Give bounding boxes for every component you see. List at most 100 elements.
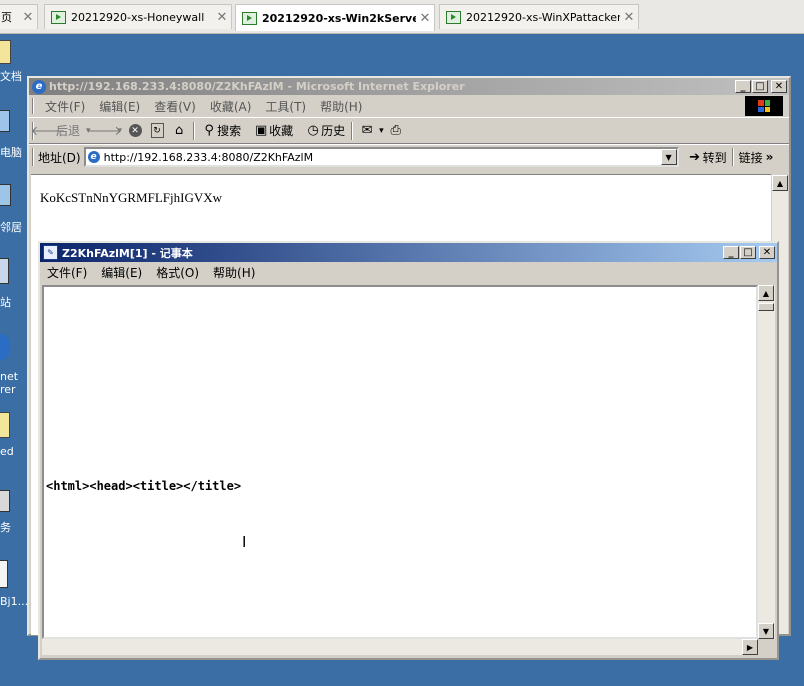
menu-file[interactable]: 文件(F): [38, 98, 92, 115]
mail-icon[interactable]: ✉: [359, 123, 375, 139]
desktop-icon-label: net: [0, 370, 19, 383]
separator: [351, 121, 354, 140]
desktop-icon-label: 邻居: [0, 221, 22, 234]
scroll-up-button[interactable]: ▲: [758, 285, 774, 301]
menu-edit[interactable]: 编辑(E): [94, 264, 149, 281]
notepad-menubar: 文件(F) 编辑(E) 格式(O) 帮助(H): [40, 262, 777, 282]
menu-favorites[interactable]: 收藏(A): [203, 98, 259, 115]
size-grip[interactable]: [758, 639, 775, 655]
window-title: Z2KhFAzlM[1] - 记事本: [62, 246, 193, 260]
ie-addressbar: 地址(D) e http://192.168.233.4:8080/Z2KhFA…: [29, 144, 789, 169]
ie-titlebar[interactable]: e http://192.168.233.4:8080/Z2KhFAzlM - …: [29, 78, 789, 95]
history-label: 历史: [321, 124, 346, 138]
desktop-icon-ie[interactable]: [0, 334, 10, 360]
desktop-icon-documents[interactable]: [0, 40, 11, 64]
links-button[interactable]: 链接: [739, 149, 763, 166]
print-icon[interactable]: ⎙: [388, 123, 404, 139]
desktop-icon-file[interactable]: [0, 560, 8, 588]
search-button[interactable]: ⚲ 搜索: [201, 122, 241, 139]
vm-tab-winxpattacker[interactable]: 20212920-xs-WinXPattacker ✕: [439, 4, 639, 29]
grip: [32, 148, 34, 166]
desktop-icon-folder[interactable]: [0, 412, 10, 438]
menu-view[interactable]: 查看(V): [147, 98, 203, 115]
close-button[interactable]: ✕: [759, 246, 775, 259]
notepad-content-line: <html><head><title></title>: [46, 479, 242, 493]
notepad-vertical-scrollbar[interactable]: ▲ ▼: [758, 285, 775, 639]
address-dropdown-button[interactable]: ▼: [660, 149, 677, 165]
close-icon[interactable]: ✕: [416, 11, 434, 26]
vm-icon: [242, 11, 257, 25]
close-icon[interactable]: ✕: [213, 10, 231, 25]
go-arrow-icon: ➔: [689, 149, 701, 165]
ie-menubar: 文件(F) 编辑(E) 查看(V) 收藏(A) 工具(T) 帮助(H): [29, 95, 789, 118]
ie-toolbar: 🡐 后退 ▾ 🡒 ▾ ✕ ↻ ⌂ ⚲ 搜索 ▣ 收藏 ◷ 历史 ✉ ▾ ⎙: [29, 118, 789, 144]
menu-tools[interactable]: 工具(T): [258, 98, 313, 115]
vm-tab-strip: 页 ✕ 20212920-xs-Honeywall ✕ 20212920-xs-…: [0, 0, 804, 34]
address-value: http://192.168.233.4:8080/Z2KhFAzlM: [103, 150, 314, 164]
favorites-label: 收藏: [269, 124, 294, 138]
history-button[interactable]: ◷ 历史: [305, 122, 345, 139]
separator: [193, 121, 196, 140]
ie-icon: e: [32, 79, 46, 94]
back-arrow-icon: 🡐: [30, 123, 66, 139]
desktop-icon-label: 电脑: [0, 146, 22, 159]
notepad-window: ✎ Z2KhFAzlM[1] - 记事本 _ □ ✕ 文件(F) 编辑(E) 格…: [38, 241, 779, 660]
desktop-icon-label: 文档: [0, 70, 22, 83]
refresh-icon[interactable]: ↻: [149, 123, 165, 139]
minimize-button[interactable]: _: [723, 246, 739, 259]
network-icon: [0, 184, 11, 206]
minimize-button[interactable]: _: [735, 80, 751, 93]
vm-icon: [446, 10, 461, 24]
desktop-icon-label: ed: [0, 445, 14, 458]
back-label: 后退: [56, 124, 81, 138]
desktop-icon-services[interactable]: [0, 490, 10, 512]
stop-icon[interactable]: ✕: [127, 123, 143, 139]
close-icon[interactable]: ✕: [19, 10, 37, 25]
desktop-icon-computer[interactable]: [0, 110, 10, 132]
favorites-button[interactable]: ▣ 收藏: [253, 122, 293, 139]
windows-logo: [745, 96, 783, 116]
chevron-down-icon[interactable]: ▾: [379, 126, 384, 136]
address-input[interactable]: e http://192.168.233.4:8080/Z2KhFAzlM ▼: [83, 147, 679, 167]
desktop-icon-label: Bj1...: [0, 595, 29, 608]
scroll-thumb[interactable]: [758, 303, 774, 311]
menu-file[interactable]: 文件(F): [40, 264, 94, 281]
page-text: KoKcSTnNnYGRMFLFjhIGVXw: [40, 190, 223, 205]
scroll-up-button[interactable]: ▲: [772, 175, 788, 191]
scroll-down-button[interactable]: ▼: [758, 623, 774, 639]
notepad-titlebar[interactable]: ✎ Z2KhFAzlM[1] - 记事本 _ □ ✕: [40, 243, 777, 262]
vm-tab-0[interactable]: 页 ✕: [0, 4, 38, 29]
go-label: 转到: [702, 150, 727, 165]
go-button[interactable]: ➔ 转到: [687, 149, 727, 166]
close-button[interactable]: ✕: [771, 80, 787, 93]
file-icon: [0, 560, 8, 588]
menu-help[interactable]: 帮助(H): [313, 98, 369, 115]
grip: [32, 98, 34, 114]
address-label: 地址(D): [38, 150, 81, 165]
vm-tab-label: 20212920-xs-Honeywall: [71, 10, 205, 24]
text-cursor-icon: Ⅰ: [242, 533, 247, 551]
maximize-button[interactable]: □: [752, 80, 768, 93]
scroll-right-button[interactable]: ▶: [742, 639, 758, 655]
vm-tab-label: 20212920-xs-WinXPattacker: [466, 10, 620, 24]
close-icon[interactable]: ✕: [620, 10, 638, 25]
menu-edit[interactable]: 编辑(E): [92, 98, 147, 115]
desktop-icon-network[interactable]: [0, 184, 11, 206]
maximize-button[interactable]: □: [740, 246, 756, 259]
menu-format[interactable]: 格式(O): [149, 264, 206, 281]
chevron-right-icon[interactable]: »: [766, 150, 774, 164]
vm-tab-label: 20212920-xs-Win2kServe...: [262, 11, 416, 25]
home-icon[interactable]: ⌂: [171, 123, 187, 139]
chevron-down-icon[interactable]: ▾: [118, 126, 123, 136]
computer-icon: [0, 110, 10, 132]
desktop-icon-recycle[interactable]: [0, 258, 9, 284]
folder-icon: [0, 40, 11, 64]
menu-help[interactable]: 帮助(H): [206, 264, 262, 281]
notepad-text-area[interactable]: <html><head><title></title> Ⅰ: [42, 285, 758, 639]
vm-tab-honeywall[interactable]: 20212920-xs-Honeywall ✕: [44, 4, 232, 29]
vm-icon: [51, 10, 66, 24]
desktop-icon-label: 务: [0, 521, 11, 534]
notepad-horizontal-scrollbar[interactable]: ▶: [42, 639, 758, 655]
vm-tab-win2kserver[interactable]: 20212920-xs-Win2kServe... ✕: [235, 4, 435, 31]
forward-arrow-icon[interactable]: 🡒: [87, 123, 122, 139]
